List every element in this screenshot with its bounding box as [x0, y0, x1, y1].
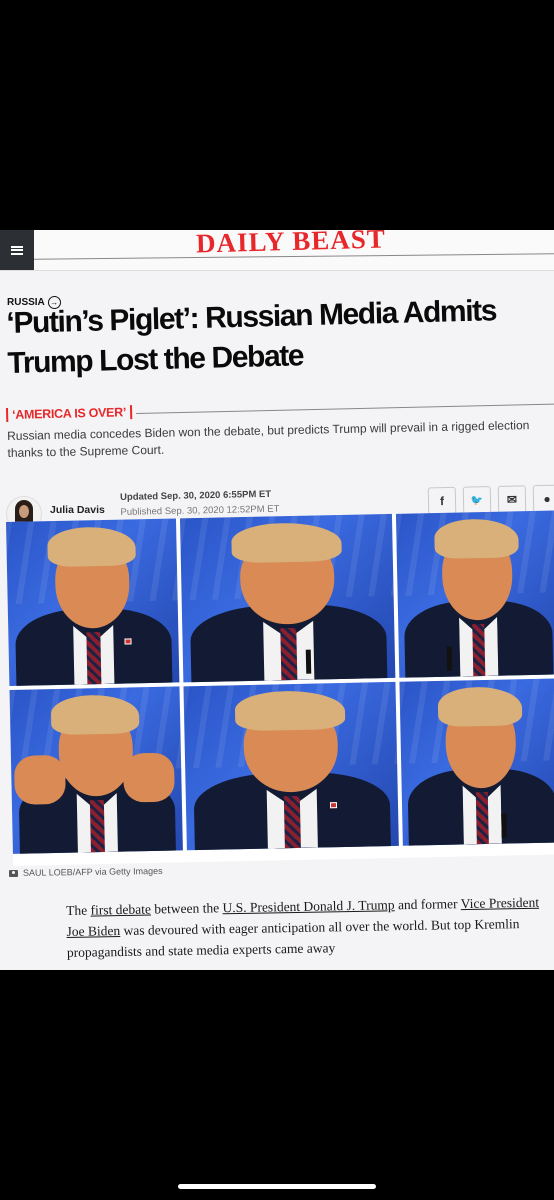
collage-photo-1: [6, 518, 180, 686]
share-email-button[interactable]: ✉: [497, 485, 527, 514]
article-body-paragraph: The first debate between the U.S. Presid…: [66, 892, 547, 963]
microphone-icon: [501, 813, 507, 838]
photo-tie: [471, 623, 486, 677]
kicker-divider: [136, 403, 554, 415]
photo-tie: [475, 791, 490, 845]
site-header: DAILY BEAST: [0, 230, 554, 271]
menu-button[interactable]: [0, 230, 34, 270]
share-reddit-button[interactable]: ●: [532, 484, 554, 514]
article-kicker: ‘AMERICA IS OVER’: [6, 405, 133, 422]
photo-tie: [90, 799, 105, 853]
photo-hair: [234, 689, 346, 732]
updated-date: Updated Sep. 30, 2020 6:55PM ET: [120, 488, 272, 503]
author-name[interactable]: Julia Davis: [50, 504, 105, 516]
twitter-icon: 🐦: [470, 494, 484, 506]
hamburger-menu-icon: [11, 245, 23, 255]
collage-photo-6: [399, 678, 554, 846]
flag-pin-icon: [124, 638, 132, 645]
photo-credit: SAUL LOEB/AFP via Getty Images: [8, 865, 163, 878]
photo-hair: [50, 693, 140, 736]
article-headline: ‘Putin’s Piglet’: Russian Media Admits T…: [6, 294, 497, 380]
photo-collage: [6, 510, 554, 866]
article-dates: Updated Sep. 30, 2020 6:55PM ET Publishe…: [120, 489, 279, 518]
photo-hair: [46, 525, 137, 568]
photo-credit-text: SAUL LOEB/AFP via Getty Images: [22, 865, 163, 878]
avatar-face: [19, 505, 29, 518]
photo-tie: [279, 627, 298, 681]
share-facebook-button[interactable]: f: [427, 486, 457, 516]
link-donald-trump[interactable]: U.S. President Donald J. Trump: [222, 897, 394, 915]
home-indicator[interactable]: [178, 1184, 376, 1189]
body-text-segment: and former: [394, 896, 461, 913]
body-text-segment: was devoured with eager anticipation all…: [66, 916, 520, 960]
flag-pin-icon: [330, 801, 338, 808]
microphone-icon: [446, 646, 453, 671]
photo-tie: [283, 795, 302, 849]
collage-photo-4: [9, 686, 183, 854]
share-twitter-button[interactable]: 🐦: [462, 486, 492, 515]
microphone-icon: [305, 649, 312, 674]
browser-screen: DAILY BEAST RUSSIA → ‘Putin’s Piglet’: R…: [0, 230, 554, 970]
photo-hair: [437, 685, 522, 727]
reddit-icon: ●: [543, 491, 551, 506]
photo-hand: [14, 754, 67, 805]
facebook-icon: f: [439, 494, 445, 509]
email-icon: ✉: [506, 492, 518, 507]
photo-hair: [230, 521, 342, 564]
photo-hand: [123, 752, 176, 803]
link-first-debate[interactable]: first debate: [90, 902, 151, 918]
collage-photo-3: [395, 510, 554, 678]
collage-photo-5: [183, 681, 399, 851]
collage-photo-2: [179, 513, 396, 683]
body-text-segment: The: [66, 902, 91, 918]
body-text-segment: between the: [150, 900, 223, 917]
photo-tie: [86, 631, 102, 685]
photo-hair: [434, 517, 519, 559]
camera-icon: [8, 869, 19, 877]
